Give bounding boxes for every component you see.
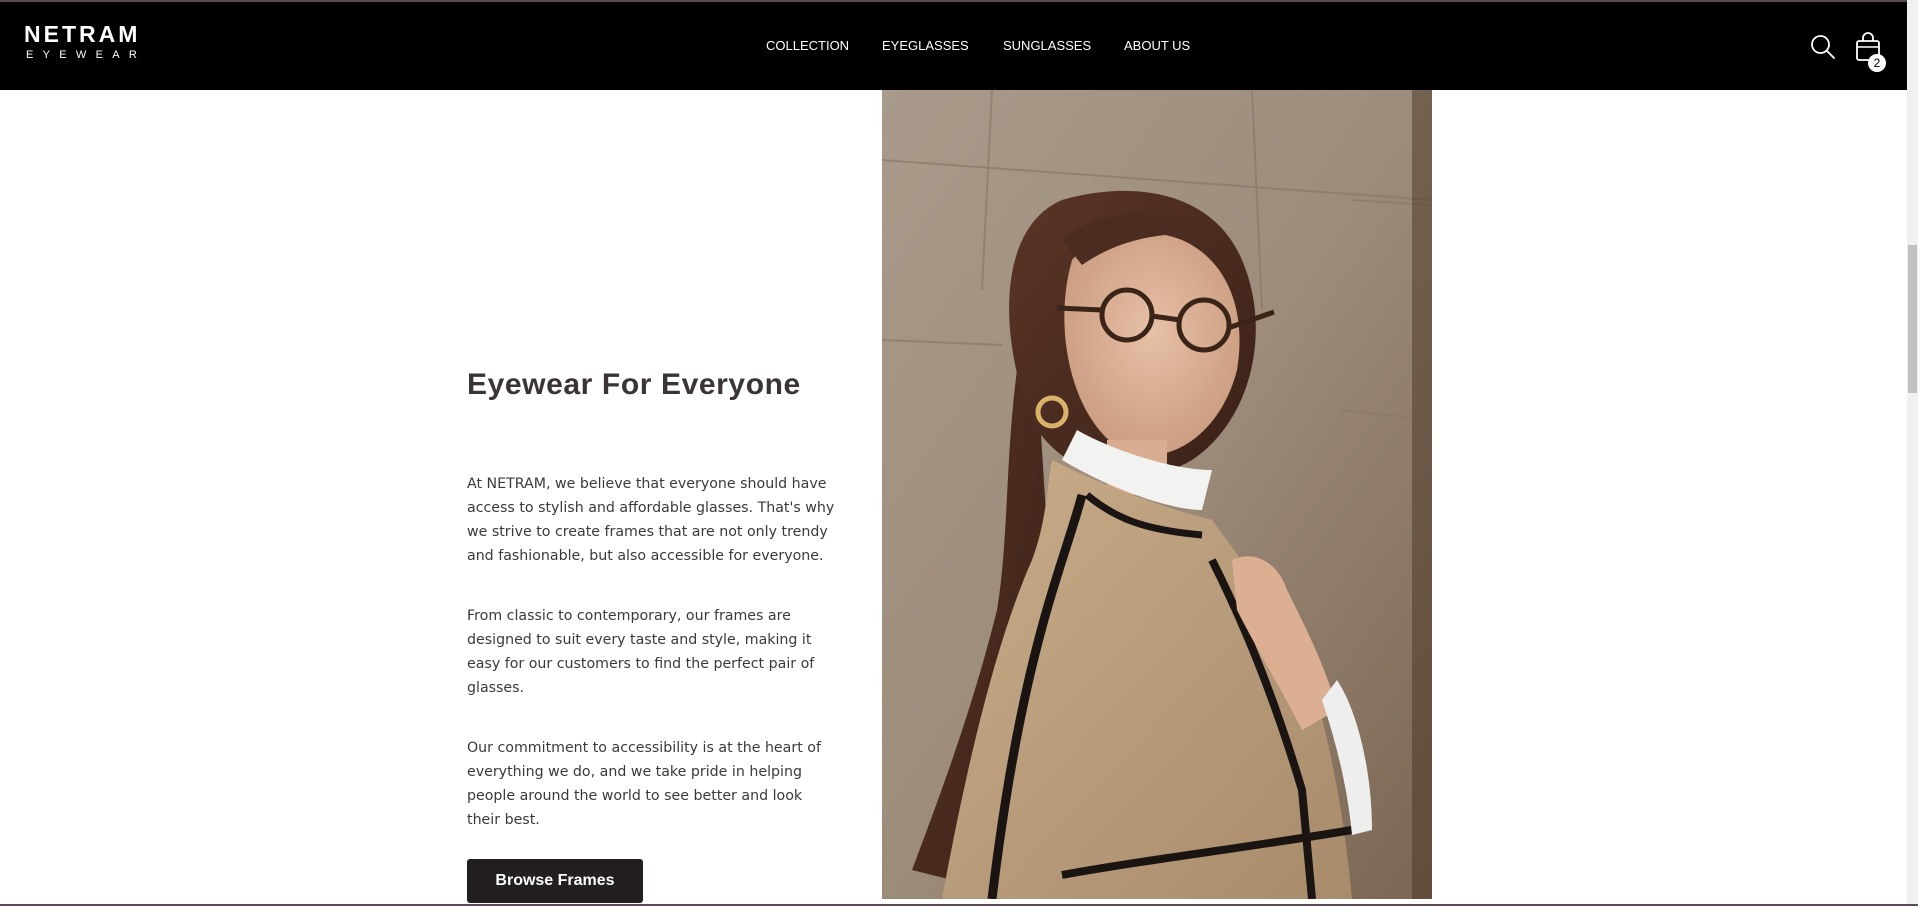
browse-frames-button[interactable]: Browse Frames [467,859,643,903]
scrollbar-thumb[interactable] [1908,245,1917,393]
nav-item-sunglasses[interactable]: SUNGLASSES [1003,38,1091,53]
hero-paragraph-2: From classic to contemporary, our frames… [467,608,815,696]
page: NETRAM EYEWEAR COLLECTION EYEGLASSES SUN… [0,0,1918,906]
search-icon[interactable] [1810,34,1836,60]
hero-paragraph-1: At NETRAM, we believe that everyone shou… [467,476,835,564]
site-header: NETRAM EYEWEAR COLLECTION EYEGLASSES SUN… [0,2,1907,90]
nav-item-eyeglasses[interactable]: EYEGLASSES [882,38,969,53]
hero-paragraph-3: Our commitment to accessibility is at th… [467,740,821,828]
scrollbar-track[interactable] [1907,0,1918,906]
hero-photo [882,90,1432,899]
model-wearing-glasses-image [882,90,1432,899]
hero-title: Eyewear For Everyone [467,368,801,401]
cart-count-badge: 2 [1868,54,1886,72]
nav-item-collection[interactable]: COLLECTION [766,38,849,53]
main-nav: COLLECTION EYEGLASSES SUNGLASSES ABOUT U… [0,2,1907,90]
nav-item-about-us[interactable]: ABOUT US [1124,38,1190,53]
